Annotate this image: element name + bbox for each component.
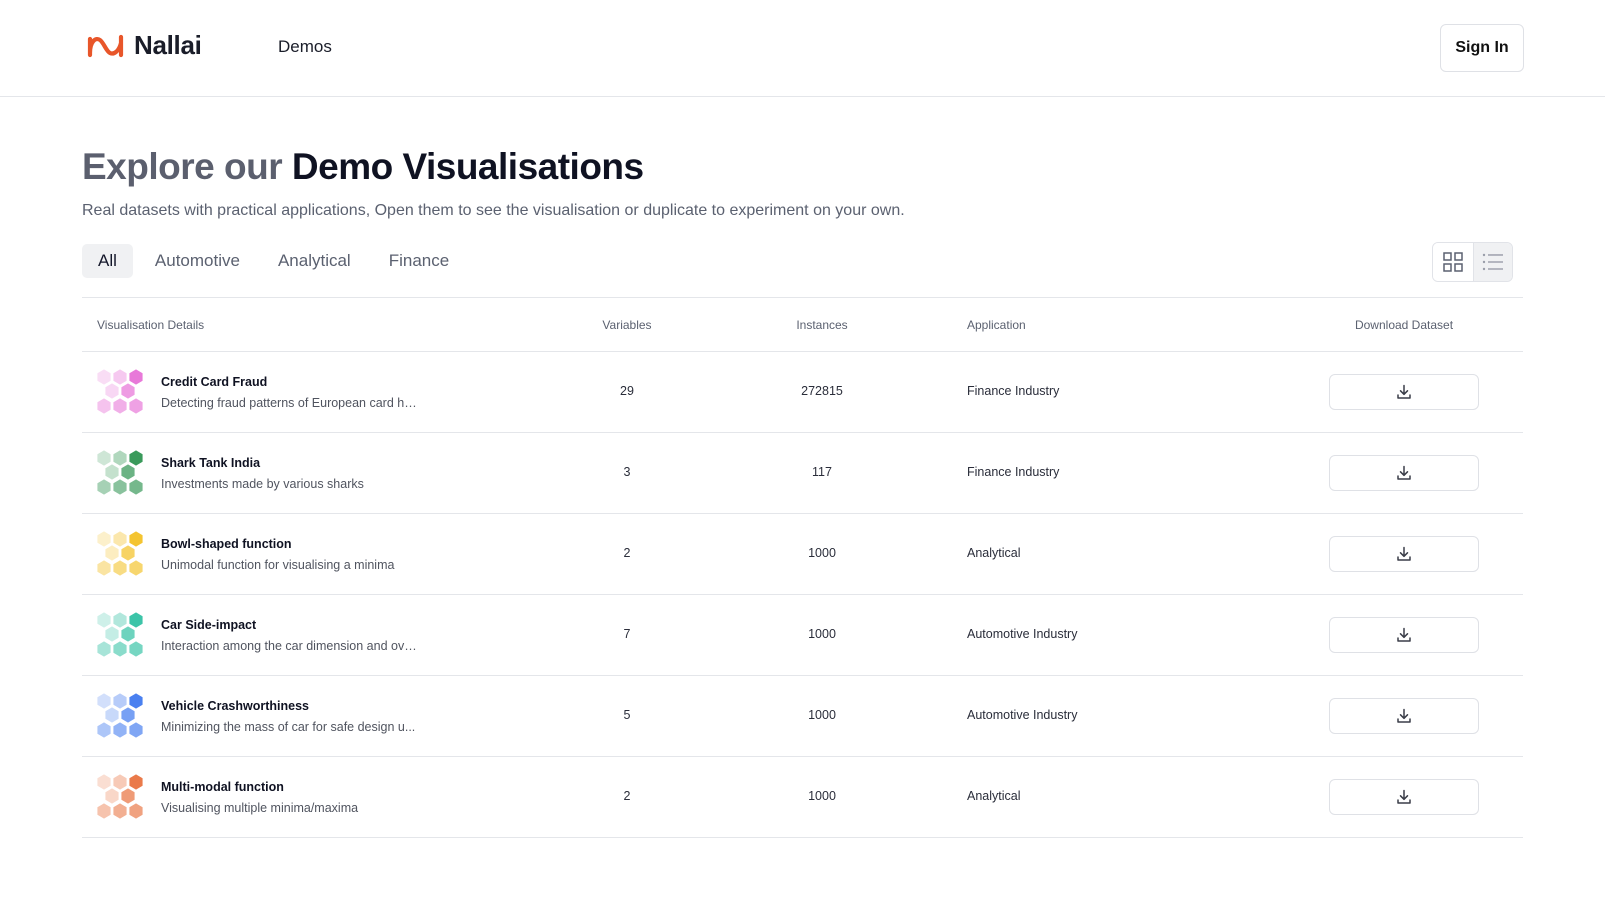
download-dataset-button[interactable] — [1329, 779, 1479, 815]
filter-tab-all[interactable]: All — [82, 244, 133, 278]
dataset-application: Automotive Industry — [967, 627, 1078, 641]
download-icon — [1397, 789, 1411, 804]
dataset-instances: 117 — [812, 465, 832, 479]
download-icon — [1397, 627, 1411, 642]
download-dataset-button[interactable] — [1329, 698, 1479, 734]
dataset-variables: 5 — [623, 708, 631, 722]
header-download: Download Dataset — [1354, 318, 1454, 332]
brand-logo[interactable]: Nallai — [86, 30, 202, 61]
download-icon — [1397, 546, 1411, 561]
dataset-description: Visualising multiple minima/maxima — [161, 801, 359, 815]
list-view-button[interactable] — [1472, 243, 1512, 281]
grid-view-button[interactable] — [1433, 243, 1473, 281]
page-title-dark: Demo Visualisations — [291, 146, 644, 187]
dataset-name[interactable]: Bowl-shaped function — [161, 537, 292, 551]
download-icon — [1397, 708, 1411, 723]
filter-tab-automotive[interactable]: Automotive — [139, 244, 256, 278]
dataset-thumbnail-icon — [97, 693, 143, 738]
sign-in-button[interactable]: Sign In — [1440, 24, 1524, 72]
header-variables: Variables — [602, 318, 652, 332]
dataset-instances: 1000 — [808, 546, 836, 560]
dataset-variables: 3 — [623, 465, 631, 479]
dataset-instances: 1000 — [808, 789, 836, 803]
view-toggle — [1432, 242, 1513, 282]
table-row[interactable]: Bowl-shaped function Unimodal function fo… — [82, 514, 1523, 595]
dataset-name[interactable]: Vehicle Crashworthiness — [161, 699, 309, 713]
download-dataset-button[interactable] — [1329, 374, 1479, 410]
dataset-variables: 29 — [620, 384, 634, 398]
dataset-name[interactable]: Car Side-impact — [161, 618, 256, 632]
dataset-application: Finance Industry — [967, 465, 1060, 479]
dataset-description: Detecting fraud patterns of European car… — [161, 396, 421, 410]
dataset-name[interactable]: Multi-modal function — [161, 780, 284, 794]
grid-icon — [1443, 252, 1463, 272]
dataset-instances: 1000 — [808, 627, 836, 641]
page-title-light: Explore our — [82, 146, 283, 187]
header-instances: Instances — [796, 318, 848, 332]
page-subtitle: Real datasets with practical application… — [82, 202, 905, 219]
table-row[interactable]: Vehicle Crashworthiness Minimizing the ma… — [82, 676, 1523, 757]
table-header: Visualisation Details Variables Instance… — [82, 298, 1523, 352]
dataset-thumbnail-icon — [97, 612, 143, 657]
header-application: Application — [967, 318, 1026, 332]
download-icon — [1397, 465, 1411, 480]
category-filter-tabs: All Automotive Analytical Finance — [82, 244, 465, 278]
brand-name: Nallai — [134, 30, 202, 60]
dataset-thumbnail-icon — [97, 531, 143, 576]
datasets-table: Visualisation Details Variables Instance… — [82, 297, 1523, 838]
page-title: Explore our Demo Visualisations — [82, 146, 644, 188]
dataset-variables: 2 — [623, 789, 631, 803]
dataset-instances: 1000 — [808, 708, 836, 722]
top-header: Nallai Demos Sign In — [0, 0, 1605, 97]
nallai-logo-icon — [87, 34, 124, 57]
dataset-variables: 7 — [623, 627, 631, 641]
download-dataset-button[interactable] — [1329, 455, 1479, 491]
dataset-description: Interaction among the car dimension and … — [161, 639, 421, 653]
dataset-thumbnail-icon — [97, 369, 143, 414]
dataset-description: Unimodal function for visualising a mini… — [161, 558, 395, 572]
filter-tab-finance[interactable]: Finance — [373, 244, 465, 278]
table-row[interactable]: Credit Card Fraud Detecting fraud pattern… — [82, 352, 1523, 433]
dataset-description: Minimizing the mass of car for safe desi… — [161, 720, 416, 734]
filter-tab-analytical[interactable]: Analytical — [262, 244, 367, 278]
dataset-instances: 272815 — [801, 384, 843, 398]
dataset-variables: 2 — [623, 546, 631, 560]
dataset-description: Investments made by various sharks — [161, 477, 364, 491]
dataset-application: Analytical — [967, 546, 1021, 560]
dataset-application: Automotive Industry — [967, 708, 1078, 722]
download-dataset-button[interactable] — [1329, 536, 1479, 572]
table-row[interactable]: Car Side-impact Interaction among the car… — [82, 595, 1523, 676]
dataset-application: Analytical — [967, 789, 1021, 803]
download-icon — [1397, 384, 1411, 399]
nav-demos-link[interactable]: Demos — [278, 37, 332, 57]
table-row[interactable]: Shark Tank India Investments made by vari… — [82, 433, 1523, 514]
list-icon — [1482, 253, 1503, 271]
dataset-thumbnail-icon — [97, 774, 143, 819]
download-dataset-button[interactable] — [1329, 617, 1479, 653]
header-details: Visualisation Details — [97, 318, 205, 332]
dataset-thumbnail-icon — [97, 450, 143, 495]
dataset-application: Finance Industry — [967, 384, 1060, 398]
table-row[interactable]: Multi-modal function Visualising multiple… — [82, 757, 1523, 838]
dataset-name[interactable]: Credit Card Fraud — [161, 375, 267, 389]
dataset-name[interactable]: Shark Tank India — [161, 456, 260, 470]
